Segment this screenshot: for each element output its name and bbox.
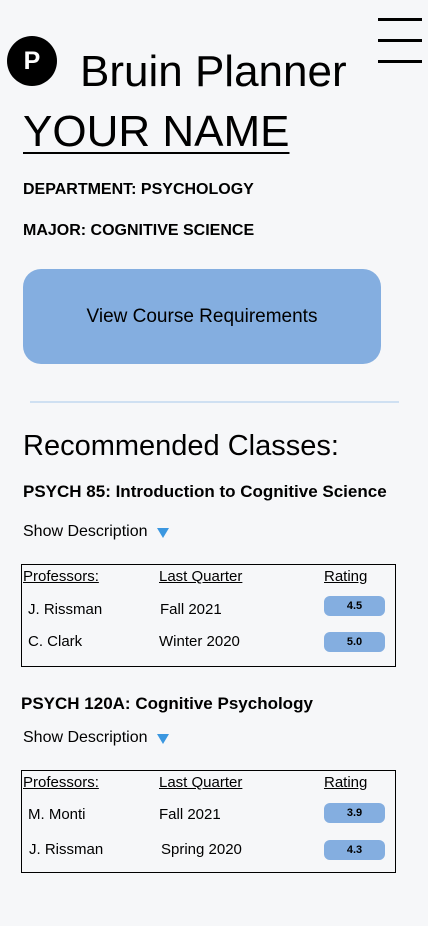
column-header-professors: Professors: bbox=[23, 568, 99, 585]
professor-table: Professors: Last Quarter Rating M. Monti… bbox=[21, 770, 396, 873]
rating-badge: 4.5 bbox=[324, 596, 385, 616]
show-description-toggle[interactable]: Show Description bbox=[23, 523, 169, 541]
column-header-last-quarter: Last Quarter bbox=[159, 568, 243, 585]
professor-name[interactable]: C. Clark bbox=[28, 633, 82, 650]
rating-badge: 4.3 bbox=[324, 840, 385, 860]
last-quarter: Fall 2021 bbox=[159, 806, 221, 823]
menu-line bbox=[378, 39, 422, 42]
dropdown-triangle-icon bbox=[156, 734, 169, 744]
divider bbox=[30, 401, 399, 403]
column-header-professors: Professors: bbox=[23, 774, 99, 791]
show-description-label: Show Description bbox=[23, 523, 148, 540]
rating-badge: 5.0 bbox=[324, 632, 385, 652]
view-course-requirements-button[interactable]: View Course Requirements bbox=[23, 269, 381, 364]
department-label: DEPARTMENT: PSYCHOLOGY bbox=[23, 181, 254, 198]
professor-name[interactable]: M. Monti bbox=[28, 806, 86, 823]
logo: P bbox=[7, 36, 57, 86]
user-name: YOUR NAME bbox=[23, 107, 290, 156]
course-title: PSYCH 85: Introduction to Cognitive Scie… bbox=[23, 482, 387, 501]
last-quarter: Spring 2020 bbox=[161, 841, 242, 858]
dropdown-triangle-icon bbox=[156, 528, 169, 538]
major-label: MAJOR: COGNITIVE SCIENCE bbox=[23, 222, 255, 239]
menu-line bbox=[378, 18, 422, 21]
last-quarter: Fall 2021 bbox=[160, 601, 222, 618]
hamburger-menu-icon[interactable] bbox=[378, 18, 422, 64]
app-title: Bruin Planner bbox=[80, 47, 347, 96]
show-description-label: Show Description bbox=[23, 729, 148, 746]
recommended-classes-heading: Recommended Classes: bbox=[23, 430, 339, 462]
course-title: PSYCH 120A: Cognitive Psychology bbox=[21, 694, 313, 713]
last-quarter: Winter 2020 bbox=[159, 633, 240, 650]
professor-name[interactable]: J. Rissman bbox=[29, 841, 103, 858]
professor-name[interactable]: J. Rissman bbox=[28, 601, 102, 618]
show-description-toggle[interactable]: Show Description bbox=[23, 729, 169, 747]
professor-table: Professors: Last Quarter Rating J. Rissm… bbox=[21, 564, 396, 667]
column-header-last-quarter: Last Quarter bbox=[159, 774, 243, 791]
rating-badge: 3.9 bbox=[324, 803, 385, 823]
column-header-rating: Rating bbox=[324, 774, 368, 791]
menu-line bbox=[378, 60, 422, 63]
column-header-rating: Rating bbox=[324, 568, 368, 585]
